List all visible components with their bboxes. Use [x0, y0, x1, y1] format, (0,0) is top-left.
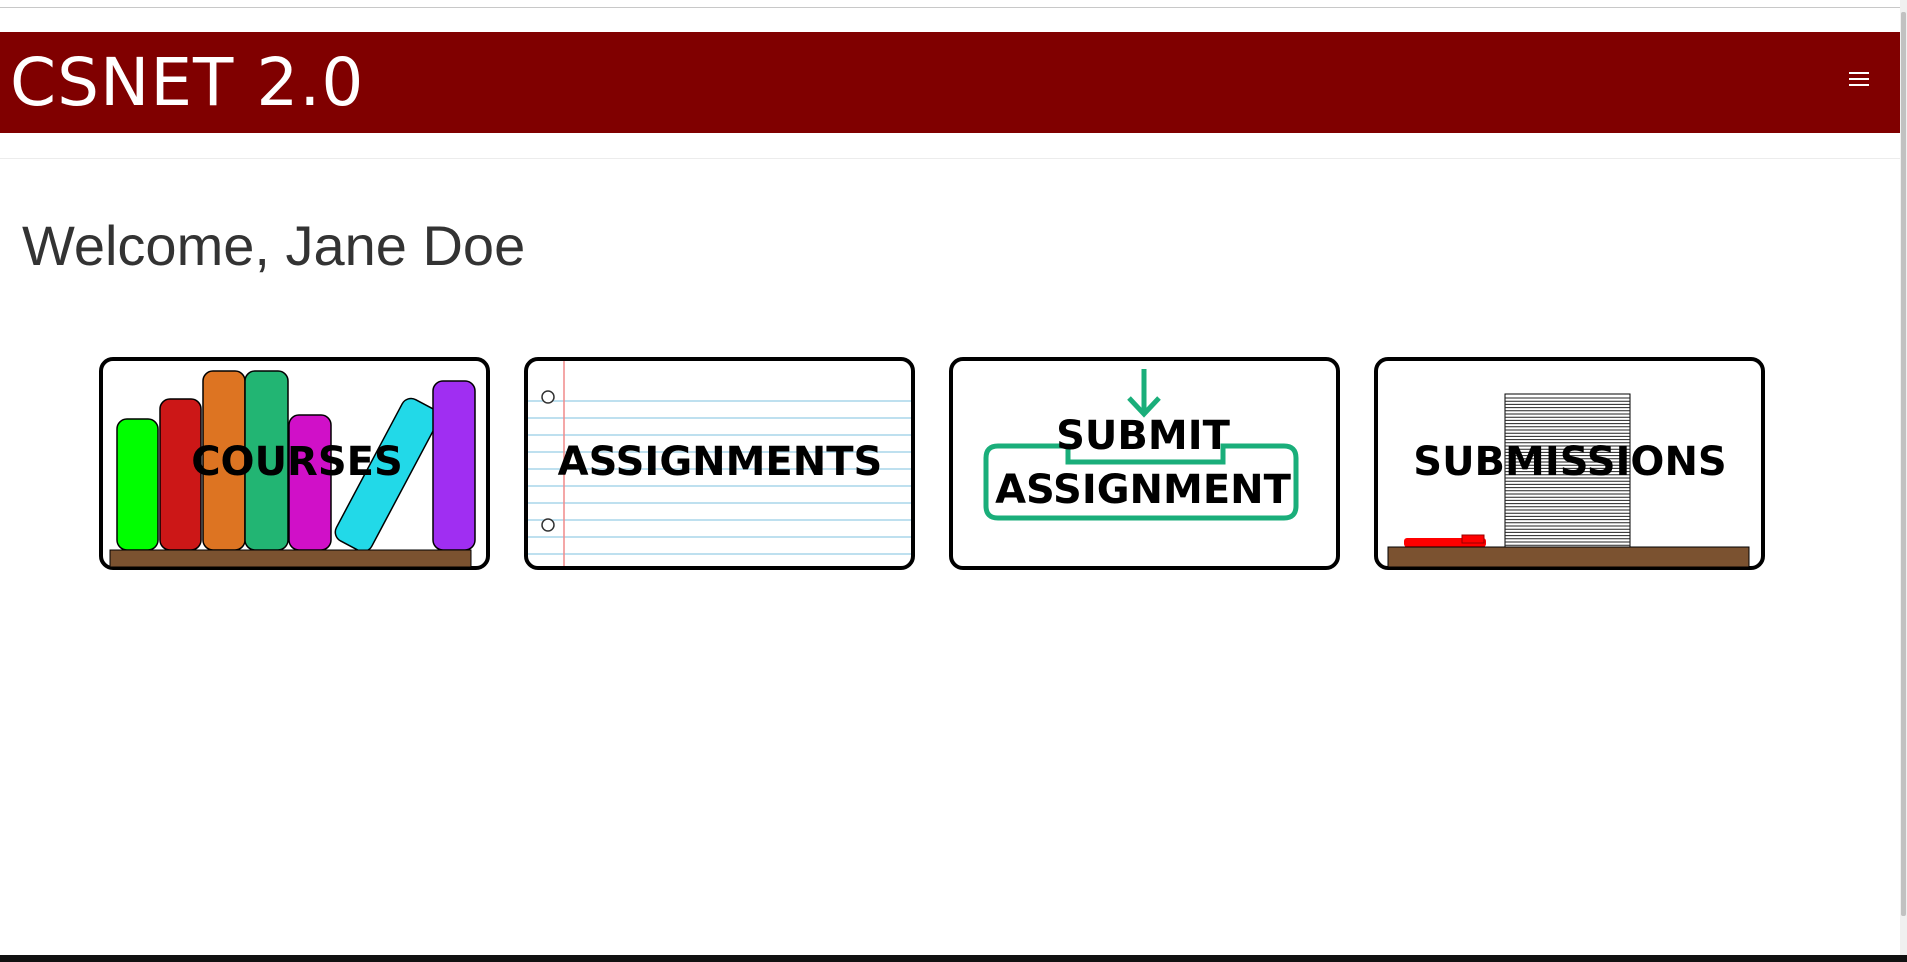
hamburger-icon	[1849, 72, 1869, 86]
submit-assignment-tile[interactable]: SUBMIT ASSIGNMENT	[949, 357, 1340, 570]
notebook-paper-icon: ASSIGNMENTS	[524, 357, 915, 570]
submit-assignment-graphic: SUBMIT ASSIGNMENT	[949, 357, 1340, 570]
brand-link[interactable]: CSNET 2.0	[10, 50, 364, 116]
menu-toggle-button[interactable]	[1848, 68, 1870, 90]
taskbar-edge	[0, 955, 1907, 962]
submissions-tile-label: SUBMISSIONS	[1413, 439, 1726, 485]
browser-top-border	[0, 7, 1907, 8]
header-divider	[0, 158, 1900, 159]
assignments-tile[interactable]: ASSIGNMENTS	[524, 357, 915, 570]
courses-tile[interactable]: COURSES	[99, 357, 490, 570]
assignments-tile-label: ASSIGNMENTS	[558, 439, 883, 485]
top-navbar: CSNET 2.0	[0, 32, 1900, 133]
submit-label-line2: ASSIGNMENT	[995, 467, 1292, 513]
scrollbar-thumb[interactable]	[1901, 12, 1906, 916]
submissions-tile[interactable]: SUBMISSIONS	[1374, 357, 1765, 570]
submit-label-line1: SUBMIT	[1056, 413, 1230, 459]
paper-stack-icon: SUBMISSIONS	[1374, 357, 1765, 570]
courses-tile-label: COURSES	[191, 439, 403, 485]
welcome-heading: Welcome, Jane Doe	[22, 214, 526, 277]
bookshelf-icon: COURSES	[99, 357, 490, 570]
